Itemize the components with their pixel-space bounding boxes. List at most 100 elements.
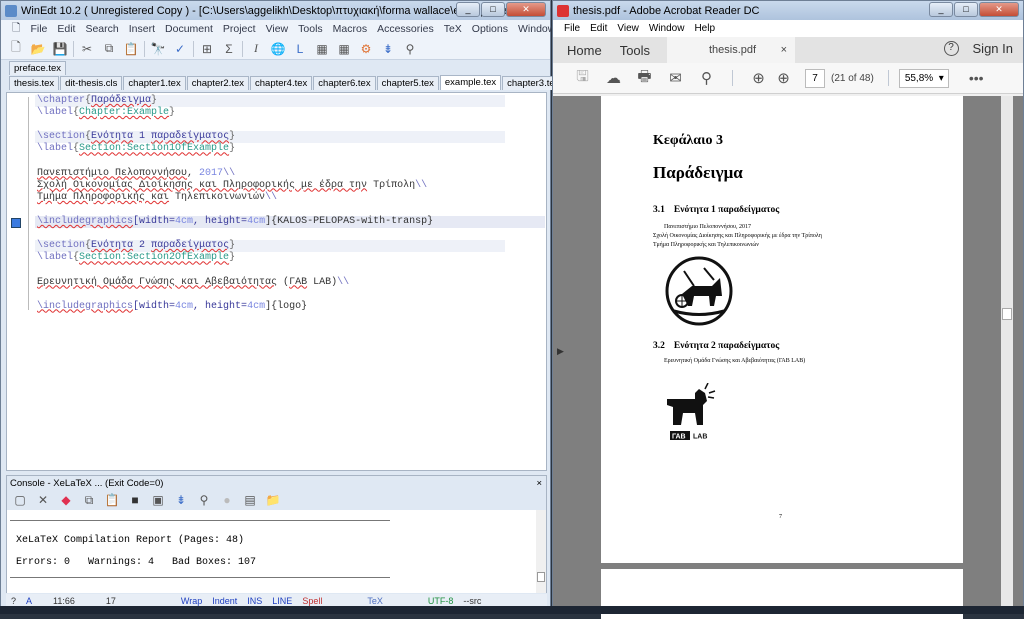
copy-icon[interactable]: ⧉	[100, 41, 118, 57]
more-options-icon[interactable]: •••	[969, 70, 984, 86]
menu-item-window[interactable]: Window	[644, 23, 690, 34]
sign-in-link[interactable]: Sign In	[973, 41, 1013, 56]
home-tab[interactable]: Home	[567, 43, 602, 58]
zoom-select[interactable]: 55,8% ▾	[898, 68, 949, 88]
status-item[interactable]: A	[21, 596, 37, 606]
status-item[interactable]: INS	[242, 596, 267, 606]
tree-icon[interactable]: ⊞	[198, 41, 216, 57]
options-icon[interactable]: ▤	[241, 492, 259, 508]
close-tab-icon[interactable]: ×	[781, 44, 787, 56]
status-item[interactable]: UTF-8	[388, 596, 459, 606]
menu-item-search[interactable]: Search	[80, 23, 123, 35]
print-icon[interactable]: 🖶	[629, 66, 660, 91]
web-icon[interactable]: 🌐	[269, 41, 287, 57]
italic-icon[interactable]: I	[247, 41, 265, 57]
file-tab[interactable]: thesis.tex	[9, 76, 60, 90]
close-button[interactable]: ✕	[506, 2, 546, 17]
menu-item-view[interactable]: View	[261, 23, 294, 35]
dvi-icon[interactable]: ▦	[335, 41, 353, 57]
next-page-icon[interactable]: ⊕	[768, 69, 799, 87]
spellcheck-icon[interactable]: ✓	[171, 41, 189, 57]
eraser-icon[interactable]: ◆	[57, 492, 75, 508]
maximize-button[interactable]: □	[954, 2, 978, 17]
menu-item-view[interactable]: View	[612, 23, 644, 34]
menu-item-file[interactable]: File	[559, 23, 585, 34]
status-item[interactable]: --src	[458, 596, 486, 606]
menu-item-options[interactable]: Options	[467, 23, 513, 35]
menu-item-document[interactable]: Document	[160, 23, 218, 35]
search-icon[interactable]: ⚲	[691, 69, 722, 87]
sum-icon[interactable]: Σ	[220, 41, 238, 57]
search-icon[interactable]: ⚲	[401, 41, 419, 57]
upload-cloud-icon[interactable]: ☁	[598, 69, 629, 87]
compile-icon[interactable]: ⚙	[357, 41, 375, 57]
menu-item-edit[interactable]: Edit	[585, 23, 612, 34]
console-stop-icon[interactable]: ✕	[34, 492, 52, 508]
console-bookmark-icon[interactable]: ⇟	[172, 492, 190, 508]
save-icon[interactable]: 💾	[51, 41, 69, 57]
open-icon[interactable]: 📂	[29, 41, 47, 57]
console-scrollbar[interactable]	[536, 510, 546, 593]
find-icon[interactable]: 🔭	[149, 41, 167, 57]
email-icon[interactable]: ✉	[660, 69, 691, 87]
console-copy-icon[interactable]: ⧉	[80, 492, 98, 508]
file-tab[interactable]: chapter2.tex	[186, 76, 249, 90]
status-item[interactable]: TeX	[327, 596, 388, 606]
menu-item-project[interactable]: Project	[218, 23, 261, 35]
latex-icon[interactable]: L	[291, 41, 309, 57]
save-icon[interactable]: 🖫	[567, 66, 598, 91]
terminal-icon[interactable]: ▣	[149, 492, 167, 508]
console-paste-icon[interactable]: 📋	[103, 492, 121, 508]
file-tab[interactable]: chapter6.tex	[313, 76, 376, 90]
record-icon[interactable]: ●	[218, 492, 236, 508]
status-item[interactable]: LINE	[267, 596, 297, 606]
pdf-icon[interactable]: ▦	[313, 41, 331, 57]
folder-icon[interactable]: 📁	[264, 492, 282, 508]
file-tab[interactable]: example.tex	[439, 75, 502, 90]
close-button[interactable]: ✕	[979, 2, 1019, 17]
bookmark-icon[interactable]: ⇟	[379, 41, 397, 57]
document-scrollbar[interactable]	[1001, 96, 1013, 608]
status-item[interactable]: 11:66	[37, 596, 80, 606]
paste-icon[interactable]: 📋	[122, 41, 140, 57]
document-view[interactable]: ▶ Κεφάλαιο 3 Παράδειγμα 3.1 Ενότητα 1 παρ…	[553, 96, 1023, 619]
menu-item-tools[interactable]: Tools	[293, 23, 328, 35]
menu-item-file[interactable]: File	[25, 23, 52, 35]
minimize-button[interactable]: _	[456, 2, 480, 17]
file-tab[interactable]: chapter5.tex	[376, 76, 439, 90]
status-item[interactable]: ?	[6, 596, 21, 606]
winedt-window: WinEdt 10.2 ( Unregistered Copy ) - [C:\…	[0, 0, 630, 608]
status-item[interactable]: 17	[80, 596, 121, 606]
status-item[interactable]: Indent	[207, 596, 242, 606]
file-tab[interactable]: preface.tex	[9, 61, 66, 75]
status-item[interactable]: Spell	[297, 596, 327, 606]
cut-icon[interactable]: ✂	[78, 41, 96, 57]
black-square-icon[interactable]: ■	[126, 492, 144, 508]
menu-item-macros[interactable]: Macros	[328, 23, 372, 35]
console-clear-icon[interactable]: ▢	[11, 492, 29, 508]
status-item[interactable]: Wrap	[121, 596, 207, 606]
console-close-icon[interactable]: ×	[536, 476, 542, 491]
help-icon[interactable]: ?	[943, 41, 959, 56]
chevron-down-icon: ▾	[938, 72, 944, 84]
menu-item-edit[interactable]: Edit	[52, 23, 80, 35]
menu-item-insert[interactable]: Insert	[124, 23, 160, 35]
menu-item-accessories[interactable]: Accessories	[372, 23, 439, 35]
minimize-button[interactable]: _	[929, 2, 953, 17]
document-tab[interactable]: thesis.pdf ×	[667, 37, 795, 63]
new-file-icon[interactable]: 🗋	[7, 40, 25, 57]
tools-tab[interactable]: Tools	[620, 43, 650, 58]
code-editor[interactable]: \chapter{Παράδειγμα} \label{Chapter:Examp…	[6, 92, 547, 471]
file-tab[interactable]: chapter4.tex	[250, 76, 313, 90]
menu-item-help[interactable]: Help	[689, 23, 720, 34]
maximize-button[interactable]: □	[481, 2, 505, 17]
code-token: 4cm	[175, 216, 194, 227]
file-tab[interactable]: dit-thesis.cls	[60, 76, 123, 90]
expand-panel-arrow-icon[interactable]: ▶	[557, 346, 564, 357]
console-find-icon[interactable]: ⚲	[195, 492, 213, 508]
scrollbar-thumb[interactable]	[1002, 308, 1012, 320]
page-number-input[interactable]: 7	[805, 68, 825, 88]
file-tab[interactable]: chapter1.tex	[123, 76, 186, 90]
code-line: \includegraphics[width=4cm, height=4cm]{…	[37, 301, 307, 313]
menu-item-tex[interactable]: TeX	[439, 23, 467, 35]
